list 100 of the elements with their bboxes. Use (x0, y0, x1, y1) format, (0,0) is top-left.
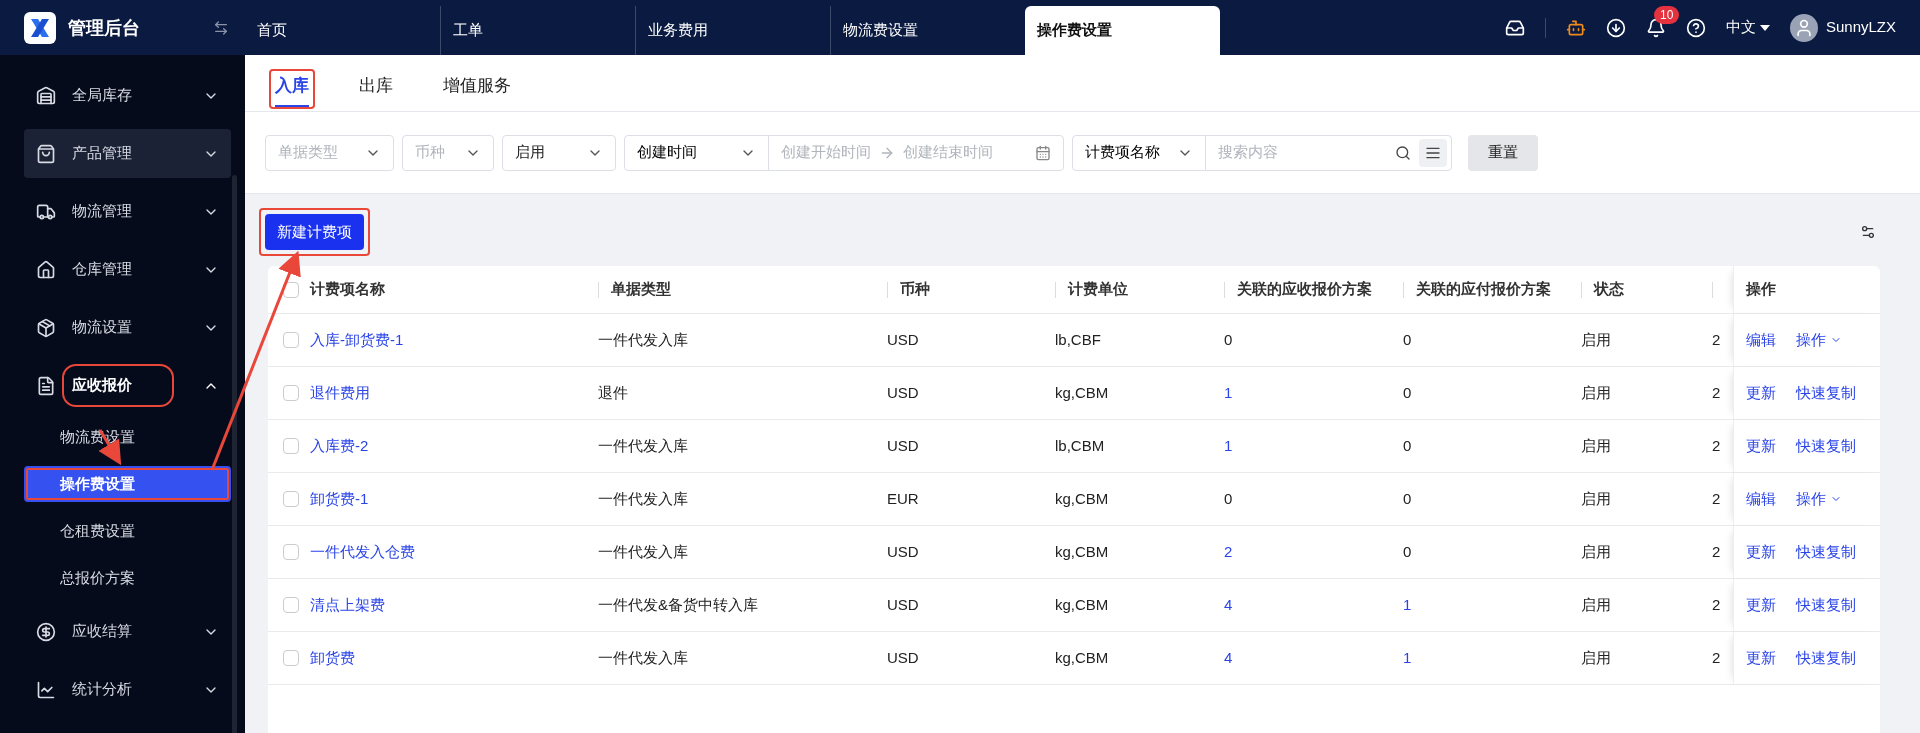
count-link[interactable]: 2 (1224, 540, 1403, 564)
table-cell-text: 0 (1403, 541, 1413, 562)
action-link[interactable]: 编辑 (1746, 328, 1776, 352)
logo-icon (24, 11, 56, 44)
table-cell-text: 一件代发入库 (598, 647, 689, 668)
fee-name-link[interactable]: 清点上架费 (310, 593, 598, 617)
sidebar-item[interactable]: 产品管理 (24, 129, 231, 178)
help-icon[interactable] (1685, 17, 1706, 38)
count-link[interactable]: 1 (1224, 434, 1403, 458)
action-link[interactable]: 操作 (1796, 328, 1842, 352)
column-header: 操作 (1746, 279, 1776, 300)
table-cell-text: 一件代发入库 (598, 541, 689, 562)
table-cell-text: 2 (1712, 647, 1722, 668)
count-link[interactable]: 4 (1224, 593, 1403, 617)
fee-name-link[interactable]: 入库费-2 (310, 434, 598, 458)
status-select[interactable]: 启用 (502, 134, 616, 171)
sidebar-item[interactable]: 统计分析 (24, 665, 231, 714)
action-link[interactable]: 更新 (1746, 593, 1776, 617)
collapse-icon[interactable] (213, 19, 229, 36)
column-settings-icon[interactable] (1860, 224, 1876, 240)
row-checkbox[interactable] (283, 332, 299, 348)
download-icon[interactable] (1605, 17, 1626, 38)
sidebar-item[interactable]: 仓库管理 (24, 245, 231, 294)
action-link[interactable]: 快速复制 (1796, 646, 1856, 670)
count-link[interactable]: 1 (1403, 646, 1581, 670)
action-link[interactable]: 操作 (1796, 487, 1842, 511)
row-checkbox[interactable] (283, 385, 299, 401)
sidebar-item[interactable]: 全局库存 (24, 71, 231, 120)
new-fee-item-button[interactable]: 新建计费项 (265, 214, 364, 250)
page-tab[interactable]: 操作费设置 (1025, 6, 1220, 55)
table-cell-text: 2 (1712, 329, 1722, 350)
action-link[interactable]: 更新 (1746, 381, 1776, 405)
sidebar-subitem[interactable]: 操作费设置 (24, 466, 231, 502)
table-cell-text: 0 (1224, 329, 1234, 350)
search-field[interactable]: 计费项名称 搜索内容 (1072, 134, 1452, 171)
bell-icon[interactable] (1645, 17, 1666, 38)
sidebar-item[interactable]: 应收报价 (24, 361, 231, 410)
action-link[interactable]: 快速复制 (1796, 434, 1856, 458)
fee-name-link[interactable]: 一件代发入仓费 (310, 540, 598, 564)
sidebar-subitem[interactable]: 仓租费设置 (24, 513, 231, 549)
count-link[interactable]: 4 (1224, 646, 1403, 670)
table-cell-text: 2 (1712, 594, 1722, 615)
action-link[interactable]: 更新 (1746, 540, 1776, 564)
table-cell-text: 启用 (1581, 594, 1612, 615)
table-cell-text: 0 (1403, 435, 1413, 456)
row-checkbox[interactable] (283, 650, 299, 666)
table-cell-text: 2 (1712, 488, 1722, 509)
sidebar-item[interactable]: 物流管理 (24, 187, 231, 236)
action-link[interactable]: 更新 (1746, 646, 1776, 670)
row-checkbox[interactable] (283, 438, 299, 454)
sub-tab[interactable]: 入库 (275, 71, 309, 107)
table-cell-text: 一件代发入库 (598, 488, 689, 509)
column-header: 关联的应付报价方案 (1416, 279, 1551, 300)
sub-tab[interactable]: 增值服务 (443, 71, 511, 107)
table-cell-text: 启用 (1581, 329, 1612, 350)
fee-name-link[interactable]: 卸货费 (310, 646, 598, 670)
search-field-select[interactable]: 计费项名称 (1073, 135, 1206, 170)
table-cell-text: USD (887, 541, 920, 562)
sidebar-subitem[interactable]: 总报价方案 (24, 560, 231, 596)
app-title: 管理后台 (68, 16, 140, 40)
fee-name-link[interactable]: 退件费用 (310, 381, 598, 405)
table-cell-text: 启用 (1581, 541, 1612, 562)
action-link[interactable]: 快速复制 (1796, 381, 1856, 405)
row-checkbox[interactable] (283, 544, 299, 560)
table-cell-text: USD (887, 382, 920, 403)
table-cell-text: lb,CBM (1055, 435, 1106, 456)
table-cell-text: 启用 (1581, 382, 1612, 403)
language-select[interactable]: 中文 (1725, 16, 1770, 39)
user-name: SunnyLZX (1825, 17, 1896, 38)
fee-name-link[interactable]: 入库-卸货费-1 (310, 328, 598, 352)
action-link[interactable]: 更新 (1746, 434, 1776, 458)
table-cell-text: 2 (1712, 541, 1722, 562)
select-all-checkbox[interactable] (283, 281, 299, 298)
action-link[interactable]: 快速复制 (1796, 593, 1856, 617)
table-cell-text: 退件 (598, 382, 629, 403)
column-header: 计费单位 (1068, 279, 1128, 300)
row-checkbox[interactable] (283, 491, 299, 507)
table-cell-text: 0 (1403, 382, 1413, 403)
column-header: 关联的应收报价方案 (1237, 279, 1372, 300)
table-cell-text: 0 (1403, 488, 1413, 509)
search-icon[interactable] (1395, 144, 1411, 161)
filter-list-icon[interactable] (1419, 138, 1447, 167)
fee-name-link[interactable]: 卸货费-1 (310, 487, 598, 511)
sidebar-item[interactable]: 物流设置 (24, 303, 231, 352)
table-cell-text: 2 (1712, 382, 1722, 403)
bag-icon (36, 143, 56, 164)
search-input[interactable]: 搜索内容 (1218, 141, 1387, 164)
reset-button[interactable]: 重置 (1468, 134, 1538, 171)
table-cell-text: 启用 (1581, 488, 1612, 509)
page-tab[interactable]: 首页 (245, 6, 440, 55)
sidebar-item[interactable]: 应收结算 (24, 607, 231, 656)
table-cell-text: kg,CBM (1055, 594, 1110, 615)
action-link[interactable]: 快速复制 (1796, 540, 1856, 564)
count-link[interactable]: 1 (1403, 593, 1581, 617)
avatar[interactable] (1789, 13, 1818, 42)
row-checkbox[interactable] (283, 597, 299, 613)
sub-tab[interactable]: 出库 (359, 71, 393, 107)
action-link[interactable]: 编辑 (1746, 487, 1776, 511)
table-cell-text: 2 (1712, 435, 1722, 456)
count-link[interactable]: 1 (1224, 381, 1403, 405)
